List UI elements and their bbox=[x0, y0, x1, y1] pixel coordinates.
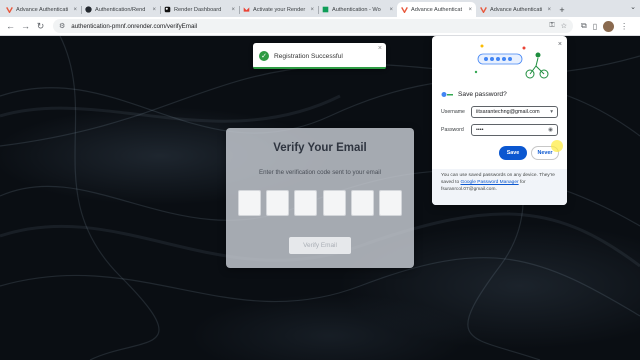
check-circle-icon: ✓ bbox=[259, 51, 269, 61]
close-tab-icon[interactable]: × bbox=[389, 7, 393, 13]
page-content: ✓ Registration Successful × Verify Your … bbox=[0, 36, 640, 360]
password-manager-link[interactable]: Google Password Manager bbox=[460, 180, 518, 185]
username-label: Username bbox=[441, 109, 465, 115]
key-icon bbox=[441, 92, 453, 97]
tab-title: Advance Authenticat bbox=[411, 6, 463, 13]
tab-title: Authentication - Wo bbox=[332, 6, 381, 13]
verify-title: Verify Your Email bbox=[273, 142, 367, 154]
code-digit-2[interactable] bbox=[266, 190, 290, 216]
tab[interactable]: Render Dashboard × bbox=[160, 2, 239, 17]
chevron-down-icon[interactable]: ▾ bbox=[550, 109, 553, 115]
github-icon bbox=[85, 6, 92, 13]
gmail-icon bbox=[243, 6, 250, 13]
password-label: Password bbox=[441, 127, 464, 133]
udemy-icon bbox=[6, 6, 13, 13]
browser-toolbar: ← → ↻ ⚙ authentication-pmnf.onrender.com… bbox=[0, 17, 640, 36]
tab-title: Advance Authenticati bbox=[16, 6, 69, 13]
new-tab-button[interactable]: + bbox=[555, 2, 569, 17]
tab[interactable]: Activate your Render × bbox=[239, 2, 318, 17]
close-tab-icon[interactable]: × bbox=[152, 7, 156, 13]
password-row: Password •••• ◉ bbox=[441, 124, 558, 136]
tab[interactable]: Authentication - Wo × bbox=[318, 2, 397, 17]
tab-strip: Advance Authenticati × Authentication/Re… bbox=[0, 0, 640, 17]
bookmark-star-icon[interactable]: ☆ bbox=[561, 22, 567, 30]
toast-message: Registration Successful bbox=[274, 52, 343, 60]
footer-text: for bbox=[519, 179, 526, 185]
toast-close-button[interactable]: × bbox=[378, 45, 382, 52]
toast-progress-bar bbox=[253, 67, 386, 69]
tab[interactable]: Advance Authenticati × bbox=[2, 2, 81, 17]
close-tab-icon[interactable]: × bbox=[231, 7, 235, 13]
tab-title: Activate your Render bbox=[253, 6, 306, 13]
success-toast: ✓ Registration Successful × bbox=[253, 43, 386, 69]
popup-title: Save password? bbox=[458, 91, 507, 98]
back-button[interactable]: ← bbox=[4, 20, 17, 33]
username-field[interactable]: iitsarantechng@gmail.com ▾ bbox=[471, 106, 558, 118]
close-tab-icon[interactable]: × bbox=[468, 7, 472, 13]
close-tab-icon[interactable]: × bbox=[547, 7, 551, 13]
verify-email-card: Verify Your Email Enter the verification… bbox=[226, 128, 414, 268]
tab-title: Render Dashboard bbox=[174, 6, 222, 13]
udemy-icon bbox=[322, 6, 329, 13]
eye-icon[interactable]: ◉ bbox=[548, 127, 553, 133]
tab[interactable]: Authentication/Rend × bbox=[81, 2, 160, 17]
tab-title: Advance Authenticati bbox=[490, 6, 543, 13]
mouse-cursor-highlight bbox=[551, 140, 563, 152]
tab-search-icon[interactable]: ⌄ bbox=[630, 3, 636, 11]
address-bar[interactable]: ⚙ authentication-pmnf.onrender.com/verif… bbox=[53, 19, 573, 33]
close-icon[interactable]: × bbox=[558, 41, 562, 48]
close-tab-icon[interactable]: × bbox=[73, 7, 77, 13]
forward-button[interactable]: → bbox=[19, 20, 32, 33]
popup-footer: You can use saved passwords on any devic… bbox=[432, 169, 567, 205]
popup-header: Save password? bbox=[441, 91, 507, 98]
username-row: Username iitsarantechng@gmail.com ▾ bbox=[441, 106, 558, 118]
menu-icon[interactable]: ⋮ bbox=[620, 22, 628, 31]
footer-account: fsuranrcol.07@gmail.com. bbox=[441, 186, 497, 192]
tab[interactable]: Advance Authenticati × bbox=[476, 2, 555, 17]
save-password-popup: × Save password? Username iitsarantechng… bbox=[432, 36, 567, 205]
udemy-icon bbox=[480, 6, 487, 13]
close-tab-icon[interactable]: × bbox=[310, 7, 314, 13]
site-info-icon[interactable]: ⚙ bbox=[59, 22, 65, 30]
sidebar-icon[interactable]: ▯ bbox=[593, 22, 597, 31]
tab-title: Authentication/Rend bbox=[95, 6, 146, 13]
url-text: authentication-pmnf.onrender.com/verifyE… bbox=[71, 22, 198, 30]
tab-active[interactable]: Advance Authenticat × bbox=[397, 2, 476, 17]
code-digit-6[interactable] bbox=[378, 190, 402, 216]
verify-subtitle: Enter the verification code sent to your… bbox=[258, 169, 382, 176]
reload-button[interactable]: ↻ bbox=[34, 20, 47, 33]
password-key-icon[interactable]: ⚿ bbox=[549, 22, 554, 30]
verify-email-button[interactable]: Verify Email bbox=[289, 237, 351, 254]
code-digit-5[interactable] bbox=[350, 190, 374, 216]
profile-avatar[interactable] bbox=[603, 20, 615, 32]
password-field[interactable]: •••• ◉ bbox=[471, 124, 558, 136]
extensions-icon[interactable]: ⧉ bbox=[581, 21, 587, 31]
code-digit-4[interactable] bbox=[322, 190, 346, 216]
password-illustration bbox=[474, 44, 549, 79]
password-value: •••• bbox=[476, 127, 484, 133]
save-button[interactable]: Save bbox=[499, 146, 527, 160]
code-input-group bbox=[238, 190, 402, 216]
code-digit-1[interactable] bbox=[238, 190, 261, 216]
udemy-icon bbox=[401, 6, 408, 13]
username-value: iitsarantechng@gmail.com bbox=[476, 109, 540, 115]
code-digit-3[interactable] bbox=[294, 190, 318, 216]
render-icon bbox=[164, 6, 171, 13]
